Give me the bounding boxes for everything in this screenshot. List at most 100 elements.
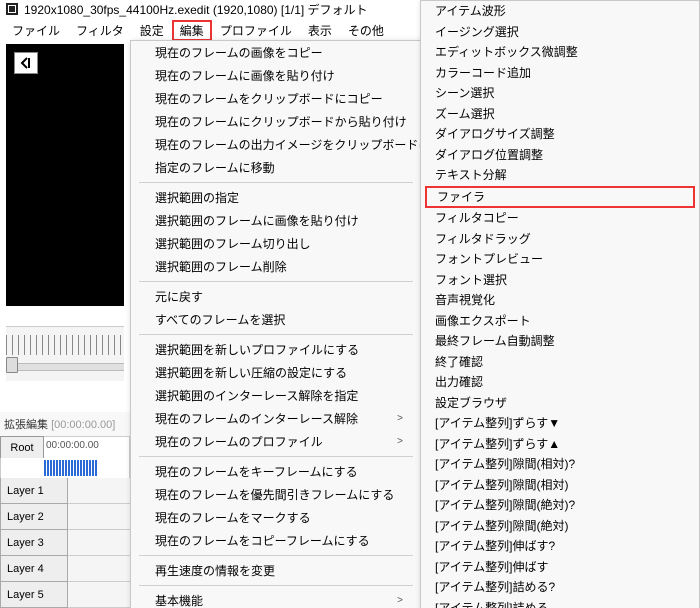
menu-item[interactable]: 現在のフレームの出力イメージをクリップボードにコピー: [131, 133, 421, 156]
submenu-item[interactable]: [アイテム整列]ずらす▼: [421, 413, 699, 434]
menu-item[interactable]: 再生速度の情報を変更: [131, 559, 421, 582]
submenu-item[interactable]: 終了確認: [421, 352, 699, 373]
menu-item[interactable]: 元に戻す: [131, 285, 421, 308]
layer-track[interactable]: [68, 530, 130, 556]
layer-label[interactable]: Layer 3: [0, 530, 68, 556]
menu-item[interactable]: 選択範囲の指定: [131, 186, 421, 209]
seek-ruler[interactable]: [6, 326, 124, 381]
menu-item[interactable]: 選択範囲のフレーム削除: [131, 255, 421, 278]
submenu-item[interactable]: アイテム波形: [421, 1, 699, 22]
layer-label[interactable]: Layer 2: [0, 504, 68, 530]
layer-track[interactable]: [68, 478, 130, 504]
menu-item[interactable]: 現在のフレームをマークする: [131, 506, 421, 529]
submenu-item-label: イージング選択: [435, 24, 519, 41]
submenu-item[interactable]: 画像エクスポート: [421, 311, 699, 332]
submenu-item[interactable]: [アイテム整列]伸ばす?: [421, 536, 699, 557]
menu-item[interactable]: 選択範囲のインターレース解除を指定: [131, 384, 421, 407]
menu-編集[interactable]: 編集: [172, 20, 212, 41]
menu-item-label: 選択範囲を新しい圧縮の設定にする: [155, 364, 347, 381]
submenu-item[interactable]: フォントプレビュー: [421, 249, 699, 270]
submenu-item[interactable]: 設定ブラウザ: [421, 393, 699, 414]
menu-item[interactable]: 現在のフレームを優先間引きフレームにする: [131, 483, 421, 506]
menu-item[interactable]: 現在のフレームのプロファイル>: [131, 430, 421, 453]
submenu-item-label: [アイテム整列]伸ばす: [435, 559, 548, 576]
menu-ファイル[interactable]: ファイル: [4, 20, 68, 41]
menu-item[interactable]: 現在のフレームをコピーフレームにする: [131, 529, 421, 552]
menu-その他[interactable]: その他: [340, 20, 392, 41]
menu-プロファイル[interactable]: プロファイル: [212, 20, 300, 41]
layer-label[interactable]: Layer 4: [0, 556, 68, 582]
edit-menu: 現在のフレームの画像をコピー現在のフレームに画像を貼り付け現在のフレームをクリッ…: [130, 40, 422, 608]
layer-row: Layer 4: [0, 556, 130, 582]
preview-area: [6, 44, 124, 306]
submenu-item-label: 最終フレーム自動調整: [435, 333, 555, 350]
ultimate-plugin-submenu: アイテム波形イージング選択エディットボックス微調整カラーコード追加シーン選択ズー…: [420, 0, 700, 608]
menu-item[interactable]: 選択範囲のフレームに画像を貼り付け: [131, 209, 421, 232]
submenu-item[interactable]: フィルタドラッグ: [421, 229, 699, 250]
submenu-item[interactable]: ファイラ: [425, 186, 695, 209]
menu-フィルタ[interactable]: フィルタ: [68, 20, 132, 41]
submenu-item[interactable]: [アイテム整列]詰める: [421, 598, 699, 608]
menu-item[interactable]: 選択範囲のフレーム切り出し: [131, 232, 421, 255]
layer-track[interactable]: [68, 556, 130, 582]
menu-item[interactable]: 現在のフレームをクリップボードにコピー: [131, 87, 421, 110]
menu-item[interactable]: 現在のフレームの画像をコピー: [131, 41, 421, 64]
audio-waveform[interactable]: [42, 458, 130, 479]
submenu-item[interactable]: フォント選択: [421, 270, 699, 291]
submenu-item-label: フィルタドラッグ: [435, 231, 531, 248]
menu-item[interactable]: 指定のフレームに移動: [131, 156, 421, 179]
root-button[interactable]: Root: [0, 436, 44, 460]
submenu-item[interactable]: [アイテム整列]隙間(絶対): [421, 516, 699, 537]
menu-item-label: 選択範囲のインターレース解除を指定: [155, 387, 358, 404]
submenu-item[interactable]: 最終フレーム自動調整: [421, 331, 699, 352]
menu-item[interactable]: 基本機能>: [131, 589, 421, 608]
layer-label[interactable]: Layer 5: [0, 582, 68, 608]
menu-item[interactable]: 現在のフレームに画像を貼り付け: [131, 64, 421, 87]
menu-item[interactable]: 選択範囲を新しい圧縮の設定にする: [131, 361, 421, 384]
seek-slider-track[interactable]: [6, 363, 124, 371]
menu-item[interactable]: すべてのフレームを選択: [131, 308, 421, 331]
submenu-item[interactable]: イージング選択: [421, 22, 699, 43]
submenu-item[interactable]: 音声視覚化: [421, 290, 699, 311]
timeline-header-label: 拡張編集: [4, 419, 48, 431]
submenu-item-label: アイテム波形: [435, 3, 506, 20]
submenu-item[interactable]: [アイテム整列]隙間(絶対)?: [421, 495, 699, 516]
menu-item-label: 現在のフレームをコピーフレームにする: [155, 532, 370, 549]
submenu-item[interactable]: フィルタコピー: [421, 208, 699, 229]
layer-row: Layer 5: [0, 582, 130, 608]
submenu-item[interactable]: エディットボックス微調整: [421, 42, 699, 63]
submenu-item[interactable]: カラーコード追加: [421, 63, 699, 84]
menu-separator: [139, 585, 413, 586]
submenu-item[interactable]: [アイテム整列]詰める?: [421, 577, 699, 598]
submenu-item[interactable]: シーン選択: [421, 83, 699, 104]
layer-track[interactable]: [68, 504, 130, 530]
menu-item[interactable]: 現在のフレームにクリップボードから貼り付け: [131, 110, 421, 133]
menu-設定[interactable]: 設定: [132, 20, 172, 41]
submenu-item-label: [アイテム整列]隙間(相対)?: [435, 456, 575, 473]
timeline-ruler[interactable]: 00:00:00.00: [44, 436, 130, 460]
submenu-item-label: [アイテム整列]隙間(絶対)?: [435, 497, 575, 514]
menu-separator: [139, 281, 413, 282]
submenu-item-label: 出力確認: [435, 374, 483, 391]
submenu-item[interactable]: [アイテム整列]伸ばす: [421, 557, 699, 578]
submenu-item[interactable]: ダイアログ位置調整: [421, 145, 699, 166]
layer-label[interactable]: Layer 1: [0, 478, 68, 504]
submenu-item-label: 設定ブラウザ: [435, 395, 507, 412]
menu-表示[interactable]: 表示: [300, 20, 340, 41]
seek-slider-thumb[interactable]: [6, 357, 18, 373]
timeline-panel: 拡張編集 [00:00:00.00] Root 00:00:00.00 Laye…: [0, 412, 130, 608]
submenu-item[interactable]: ダイアログサイズ調整: [421, 124, 699, 145]
submenu-item[interactable]: [アイテム整列]隙間(相対)?: [421, 454, 699, 475]
menu-item[interactable]: 選択範囲を新しいプロファイルにする: [131, 338, 421, 361]
submenu-item-label: フォントプレビュー: [435, 251, 543, 268]
chevron-right-icon: >: [397, 436, 403, 447]
submenu-item[interactable]: テキスト分解: [421, 165, 699, 186]
menu-item[interactable]: 現在のフレームをキーフレームにする: [131, 460, 421, 483]
submenu-item[interactable]: [アイテム整列]ずらす▲: [421, 434, 699, 455]
layer-track[interactable]: [68, 582, 130, 608]
menu-item[interactable]: 現在のフレームのインターレース解除>: [131, 407, 421, 430]
back-button[interactable]: [14, 52, 38, 74]
submenu-item[interactable]: ズーム選択: [421, 104, 699, 125]
submenu-item[interactable]: [アイテム整列]隙間(相対): [421, 475, 699, 496]
submenu-item[interactable]: 出力確認: [421, 372, 699, 393]
